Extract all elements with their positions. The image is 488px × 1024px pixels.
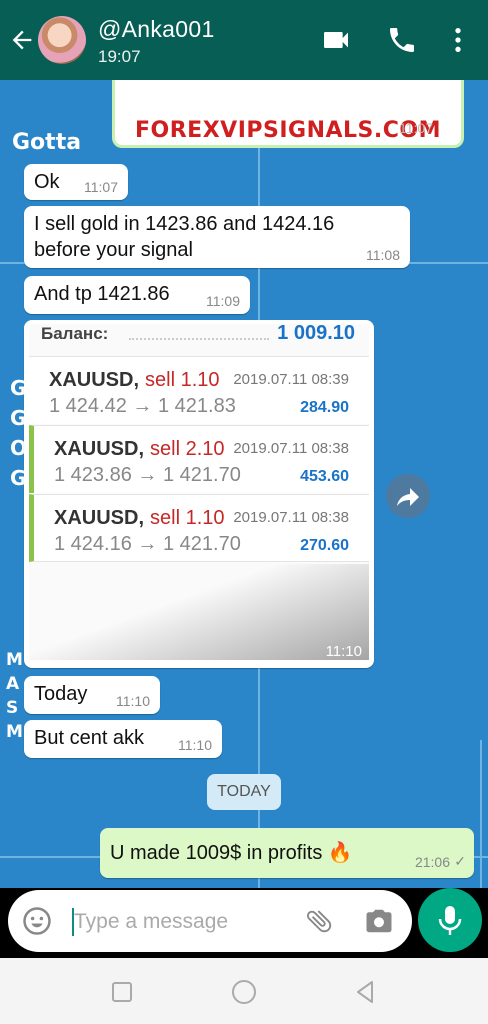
trade-side: sell 1.10	[150, 507, 225, 529]
message-text: I sell gold in 1423.86 and 1424.16	[34, 213, 335, 235]
system-nav-bar	[0, 958, 488, 1024]
trade-datetime: 2019.07.11 08:39	[233, 371, 349, 388]
trade-profit: 270.60	[300, 537, 349, 554]
message-input[interactable]: Type a message	[74, 910, 228, 934]
trade-symbol: XAUUSD,	[54, 507, 145, 529]
mic-button[interactable]	[418, 888, 482, 952]
trade-profit: 453.60	[300, 468, 349, 485]
trade-side: sell 1.10	[145, 369, 220, 391]
message-time: 11:10	[178, 737, 212, 753]
message-text: before your signal	[34, 239, 193, 261]
mic-icon	[438, 906, 462, 935]
message-time: 11:09	[206, 293, 240, 309]
message-text: But cent akk	[34, 727, 145, 749]
trade-side: sell 2.10	[150, 438, 225, 460]
image-message-banner[interactable]: FOREXVIPSIGNALS.COM 11:07	[112, 80, 464, 148]
message-text: Today	[34, 683, 88, 705]
camera-icon[interactable]	[364, 906, 394, 936]
message-time: 11:07	[399, 120, 433, 136]
trade-symbol: XAUUSD,	[54, 438, 145, 460]
more-vert-icon[interactable]	[442, 24, 474, 56]
balance-value: 1 009.10	[277, 324, 355, 344]
back-arrow-icon[interactable]	[8, 26, 36, 54]
message-time: 21:06	[414, 854, 450, 870]
trade-symbol: XAUUSD,	[49, 369, 140, 391]
back-icon[interactable]	[352, 978, 380, 1006]
message-bubble[interactable]: Ok 11:07	[24, 164, 128, 200]
message-time: 11:10	[116, 693, 150, 709]
message-time: 11:08	[366, 247, 400, 263]
trade-datetime: 2019.07.11 08:38	[233, 509, 349, 526]
chat-area[interactable]: Gotta G G O G M A S M FOREXVIPSIGNALS.CO…	[0, 80, 488, 888]
recents-icon[interactable]	[108, 978, 136, 1006]
message-time: 11:07	[84, 179, 118, 195]
chat-header: @Anka001 19:07	[0, 0, 488, 80]
attach-icon[interactable]	[304, 906, 334, 936]
trade-row: XAUUSD, sell 2.10 2019.07.11 08:38 1 423…	[29, 425, 369, 493]
trade-datetime: 2019.07.11 08:38	[233, 440, 349, 457]
last-seen: 19:07	[98, 47, 141, 66]
date-separator: TODAY	[207, 774, 281, 810]
wallpaper-text: Gotta	[12, 130, 82, 155]
message-text: Ok	[34, 171, 60, 193]
wallpaper-text: A	[6, 674, 20, 694]
video-call-icon[interactable]	[320, 24, 352, 56]
divider	[129, 338, 269, 340]
outgoing-message-bubble[interactable]: U made 1009$ in profits 🔥 21:06 ✓	[100, 828, 474, 878]
wallpaper-line	[480, 740, 482, 888]
message-time: 11:10	[325, 643, 362, 660]
sent-check-icon: ✓	[454, 853, 466, 869]
trade-profit: 284.90	[300, 399, 349, 416]
emoji-icon[interactable]	[22, 906, 52, 936]
trade-prices: 1 423.86 → 1 421.70	[54, 464, 241, 486]
forward-icon	[397, 488, 419, 506]
wallpaper-text: M	[6, 722, 23, 742]
wallpaper-text: M	[6, 650, 23, 670]
phone-icon[interactable]	[386, 24, 418, 56]
message-bubble[interactable]: But cent akk 11:10	[24, 720, 222, 758]
message-composer: Type a message	[8, 890, 412, 952]
trade-prices: 1 424.16 → 1 421.70	[54, 533, 241, 555]
balance-label: Баланс:	[41, 324, 109, 343]
message-bubble[interactable]: I sell gold in 1423.86 and 1424.16 befor…	[24, 206, 410, 268]
avatar[interactable]	[38, 16, 86, 64]
image-message-trades[interactable]: Баланс: 1 009.10 XAUUSD, sell 1.10 2019.…	[24, 320, 374, 668]
home-icon[interactable]	[230, 978, 258, 1006]
trade-history-image: Баланс: 1 009.10 XAUUSD, sell 1.10 2019.…	[29, 324, 369, 660]
trade-prices: 1 424.42 → 1 421.83	[49, 395, 236, 417]
image-shade	[29, 564, 369, 660]
banner-logo-text: FOREXVIPSIGNALS.COM	[135, 118, 441, 143]
trade-row: XAUUSD, sell 1.10 2019.07.11 08:39 1 424…	[29, 356, 369, 424]
message-bubble[interactable]: Today 11:10	[24, 676, 160, 714]
forward-button[interactable]	[386, 474, 430, 518]
trade-row: XAUUSD, sell 1.10 2019.07.11 08:38 1 424…	[29, 494, 369, 562]
message-text: And tp 1421.86	[34, 283, 170, 305]
message-bubble[interactable]: And tp 1421.86 11:09	[24, 276, 250, 314]
message-text: U made 1009$ in profits 🔥	[110, 842, 353, 864]
wallpaper-text: S	[6, 698, 19, 718]
contact-name[interactable]: @Anka001	[98, 16, 215, 43]
